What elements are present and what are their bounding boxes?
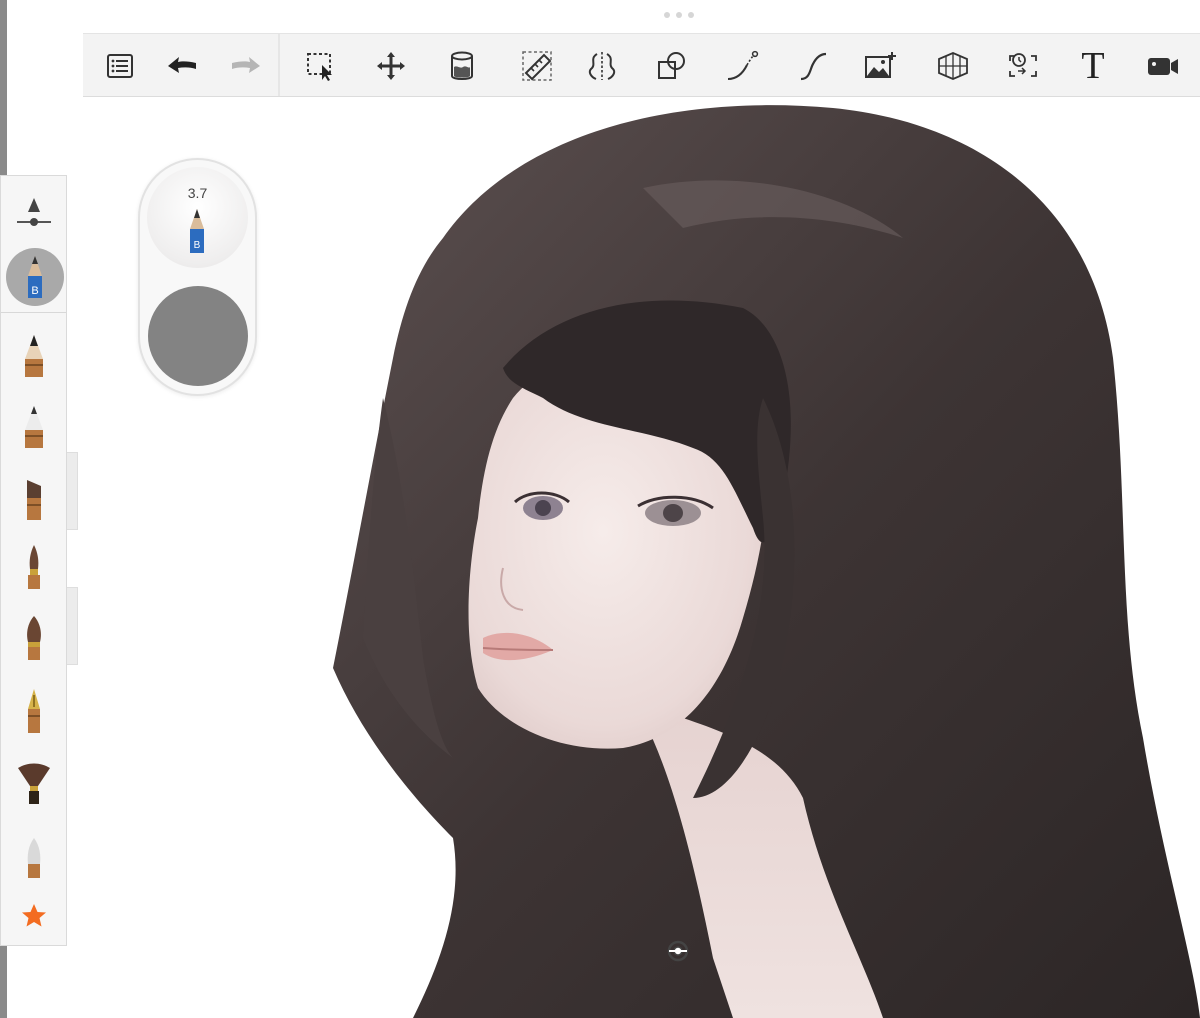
symmetry-tool-button[interactable] <box>580 44 624 88</box>
selection-icon <box>307 53 332 81</box>
move-arrows-icon <box>377 52 405 80</box>
video-camera-icon <box>1148 58 1178 75</box>
canvas-rotate-icon[interactable] <box>667 940 689 962</box>
chisel-marker-icon <box>27 480 41 520</box>
ruler-tool-button[interactable] <box>515 44 559 88</box>
brush-ballpoint-pen[interactable] <box>9 398 59 454</box>
fan-brush-icon <box>18 763 50 804</box>
brush-size-value: 3.7 <box>187 185 208 201</box>
ballpoint-pen-icon <box>25 406 43 448</box>
fountain-pen-icon <box>28 689 40 733</box>
paint-brush-icon <box>28 545 40 589</box>
pencil-letter: B <box>31 285 38 297</box>
brush-library-rail: B <box>0 175 67 946</box>
undo-button[interactable] <box>161 44 205 88</box>
mechanical-pencil-icon <box>25 335 43 377</box>
record-button[interactable] <box>1141 44 1185 88</box>
perspective-grid-icon <box>938 52 968 80</box>
undo-arrow-icon <box>168 57 196 73</box>
time-lapse-button[interactable] <box>1001 44 1045 88</box>
shape-tool-button[interactable] <box>650 44 694 88</box>
brush-size-control[interactable]: 3.7 B <box>147 167 248 268</box>
paint-bucket-icon <box>451 51 473 80</box>
image-add-icon <box>865 52 896 78</box>
fill-tool-button[interactable] <box>440 44 484 88</box>
pencil-b-icon: B <box>28 256 42 298</box>
round-brush-icon <box>27 616 41 660</box>
eraser-icon <box>27 838 41 878</box>
brush-eraser[interactable] <box>9 828 59 884</box>
perspective-guide-button[interactable] <box>931 44 975 88</box>
rail-divider <box>1 312 66 313</box>
brush-fountain-pen[interactable] <box>9 683 59 739</box>
color-swatch-button[interactable] <box>148 286 248 386</box>
text-icon: T <box>1081 45 1105 87</box>
star-icon <box>22 904 46 927</box>
brush-puck: 3.7 B <box>138 158 257 396</box>
rail-handle-top[interactable] <box>67 452 78 530</box>
pencil-icon: B <box>190 209 204 253</box>
curve-stroke-icon <box>727 50 759 80</box>
shapes-icon <box>658 52 685 79</box>
brush-airbrush[interactable] <box>9 610 59 666</box>
redo-button[interactable] <box>223 44 267 88</box>
active-brush-button[interactable]: B <box>6 248 64 306</box>
brush-paint-brush[interactable] <box>9 539 59 595</box>
s-curve-icon <box>800 52 827 81</box>
brush-marker[interactable] <box>9 470 59 526</box>
timelapse-icon <box>1009 53 1037 77</box>
multitask-grabber[interactable] <box>664 12 694 18</box>
menu-button[interactable] <box>98 44 142 88</box>
brush-fan-brush[interactable] <box>9 754 59 810</box>
main-toolbar: T <box>83 33 1200 97</box>
text-tool-button[interactable]: T <box>1071 44 1115 88</box>
brush-favorites[interactable] <box>9 886 59 942</box>
add-image-button[interactable] <box>858 44 902 88</box>
toolbar-divider <box>278 34 280 96</box>
ruler-icon <box>522 51 552 81</box>
predictive-stroke-button[interactable] <box>720 44 764 88</box>
redo-arrow-icon <box>232 57 260 73</box>
selection-tool-button[interactable] <box>299 44 343 88</box>
transform-tool-button[interactable] <box>369 44 413 88</box>
symmetry-icon <box>588 52 616 80</box>
rail-handle-bottom[interactable] <box>67 587 78 665</box>
steady-stroke-button[interactable] <box>791 44 835 88</box>
list-menu-icon <box>107 54 133 78</box>
puck-pencil-letter: B <box>194 240 201 251</box>
brush-mechanical-pencil[interactable] <box>9 327 59 383</box>
brush-opacity-slider[interactable] <box>13 192 55 230</box>
